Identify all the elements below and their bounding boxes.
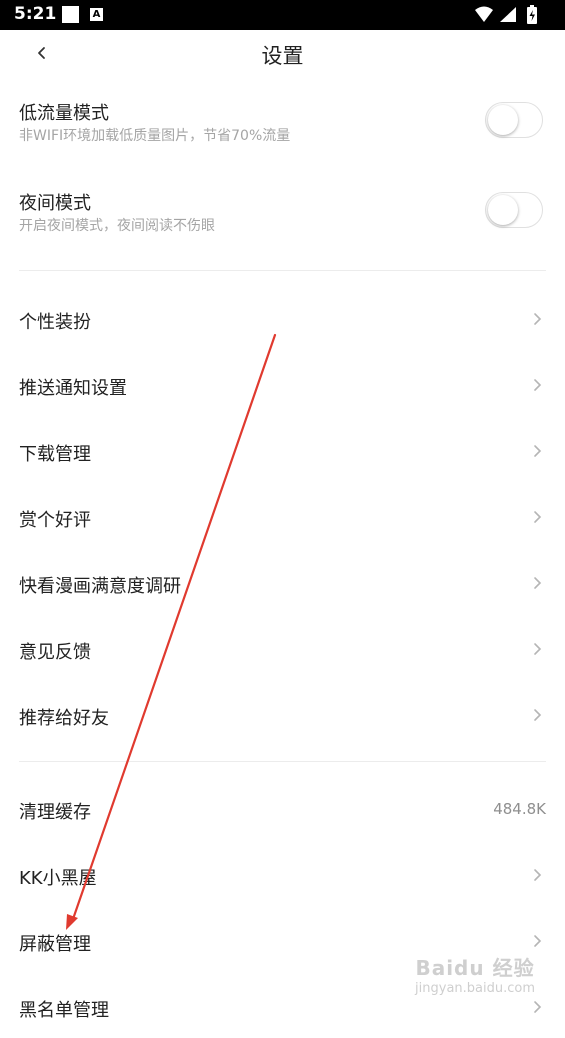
- page-title: 设置: [261, 44, 304, 68]
- night-mode-title: 夜间模式: [19, 193, 91, 214]
- notification-a-icon: A: [90, 8, 103, 21]
- menu-item-push-settings[interactable]: 推送通知设置: [0, 354, 565, 416]
- menu-item-label: 屏蔽管理: [19, 934, 91, 955]
- menu-item-label: 快看漫画满意度调研: [19, 576, 181, 597]
- menu-item-label: 推送通知设置: [19, 378, 127, 399]
- menu-item-label: 黑名单管理: [19, 1000, 109, 1021]
- menu-item-label: 意见反馈: [19, 642, 91, 663]
- section-divider: [19, 761, 546, 762]
- baidu-watermark: Baidu 经验 jingyan.baidu.com: [415, 952, 535, 996]
- battery-icon: [527, 5, 537, 24]
- menu-item-recommend[interactable]: 推荐给好友: [0, 684, 565, 746]
- notification-square-icon: [62, 6, 79, 23]
- menu-item-rate-app[interactable]: 赏个好评: [0, 486, 565, 548]
- low-data-mode-switch[interactable]: [485, 102, 543, 138]
- night-mode-row: 夜间模式 开启夜间模式，夜间阅读不伤眼: [19, 189, 546, 239]
- chevron-right-icon: [534, 379, 542, 391]
- status-time: 5:21: [14, 4, 57, 24]
- wifi-icon: [475, 6, 493, 22]
- menu-item-downloads[interactable]: 下载管理: [0, 420, 565, 482]
- switch-knob: [488, 105, 518, 135]
- status-bar: 5:21 A: [0, 0, 565, 30]
- low-data-mode-subtitle: 非WIFI环境加载低质量图片，节省70%流量: [19, 128, 291, 144]
- cache-size-value: 484.8K: [493, 800, 546, 818]
- signal-icon: [500, 7, 516, 22]
- chevron-right-icon: [534, 869, 542, 881]
- menu-item-label: 个性装扮: [19, 312, 91, 333]
- chevron-right-icon: [534, 643, 542, 655]
- status-icons: [473, 4, 553, 26]
- night-mode-switch[interactable]: [485, 192, 543, 228]
- chevron-right-icon: [534, 577, 542, 589]
- low-data-mode-row: 低流量模式 非WIFI环境加载低质量图片，节省70%流量: [19, 99, 546, 149]
- chevron-right-icon: [534, 1001, 542, 1013]
- menu-item-label: 推荐给好友: [19, 708, 109, 729]
- menu-item-label: KK小黑屋: [19, 868, 97, 889]
- chevron-right-icon: [534, 445, 542, 457]
- watermark-line1: Baidu 经验: [415, 956, 535, 980]
- menu-item-survey[interactable]: 快看漫画满意度调研: [0, 552, 565, 614]
- top-bar: 设置: [0, 30, 565, 78]
- chevron-right-icon: [534, 511, 542, 523]
- menu-item-feedback[interactable]: 意见反馈: [0, 618, 565, 680]
- chevron-right-icon: [534, 935, 542, 947]
- chevron-right-icon: [534, 709, 542, 721]
- menu-item-label: 清理缓存: [19, 802, 91, 823]
- chevron-right-icon: [534, 313, 542, 325]
- menu-item-label: 下载管理: [19, 444, 91, 465]
- section-divider: [19, 270, 546, 271]
- menu-item-clear-cache[interactable]: 清理缓存 484.8K: [0, 778, 565, 840]
- low-data-mode-title: 低流量模式: [19, 103, 109, 124]
- night-mode-subtitle: 开启夜间模式，夜间阅读不伤眼: [19, 218, 215, 234]
- menu-item-kk-blackroom[interactable]: KK小黑屋: [0, 844, 565, 906]
- switch-knob: [488, 195, 518, 225]
- watermark-line2: jingyan.baidu.com: [415, 981, 535, 996]
- menu-item-label: 赏个好评: [19, 510, 91, 531]
- menu-item-personalize[interactable]: 个性装扮: [0, 288, 565, 350]
